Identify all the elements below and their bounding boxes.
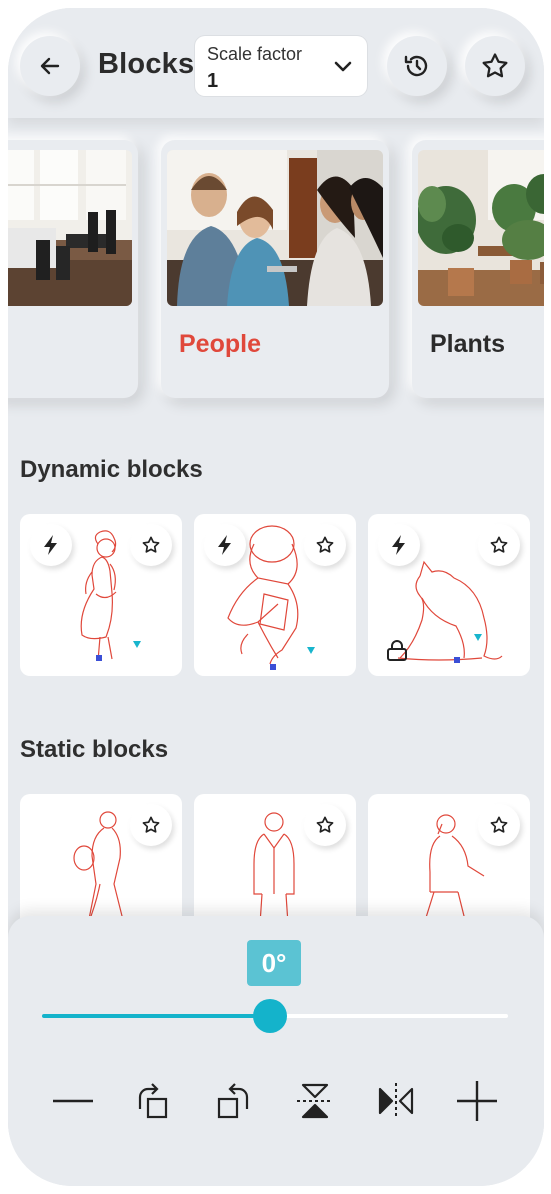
favorite-toggle[interactable] [304,524,346,566]
star-icon [316,536,334,553]
category-label-plants: Plants [430,330,506,358]
flip-horizontal-button[interactable] [371,1076,421,1126]
favorites-button[interactable] [465,36,525,96]
dynamic-badge [204,524,246,566]
scale-factor-label: Scale factor [207,44,303,64]
rotation-slider-thumb[interactable] [253,999,288,1033]
dynamic-block-seated-person[interactable] [194,514,356,676]
rotate-right-icon [138,1083,168,1119]
page-title: Blocks [98,48,195,80]
rotation-angle-badge: 0° [247,940,301,986]
scale-factor-value: 1 [207,70,219,92]
bolt-icon [218,535,231,555]
favorite-toggle[interactable] [130,524,172,566]
star-icon [482,53,508,78]
dynamic-badge [30,524,72,566]
plus-icon [457,1081,497,1121]
static-blocks-title: Static blocks [20,736,169,763]
dynamic-blocks-title: Dynamic blocks [20,456,203,483]
lock-icon [387,640,407,661]
flip-horizontal-icon [378,1083,414,1119]
header: Blocks Scale factor 1 [8,8,544,118]
category-card-plants[interactable]: Plants [412,140,544,398]
dynamic-block-cat[interactable] [368,514,530,676]
history-button[interactable] [387,36,447,96]
scale-down-button[interactable] [48,1076,98,1126]
dynamic-block-woman[interactable] [20,514,182,676]
back-button[interactable] [20,36,80,96]
chevron-down-icon [334,61,352,72]
flip-vertical-button[interactable] [290,1076,340,1126]
rotate-left-icon [217,1083,249,1119]
star-icon [490,536,508,553]
transform-panel: 0° [8,916,544,1186]
star-icon [142,536,160,553]
rotation-slider-fill [42,1014,271,1018]
rotate-right-button[interactable] [129,1076,179,1126]
favorite-toggle[interactable] [130,804,172,846]
scale-factor-select[interactable]: Scale factor 1 [195,36,367,96]
star-icon [316,816,334,833]
arrow-left-icon [40,57,60,75]
scale-up-button[interactable] [452,1076,502,1126]
minus-icon [53,1099,93,1103]
favorite-toggle[interactable] [478,804,520,846]
plants-photo [418,150,544,306]
favorite-toggle[interactable] [304,804,346,846]
history-icon [404,55,428,77]
category-label-people: People [179,330,261,358]
favorite-toggle[interactable] [478,524,520,566]
dynamic-badge [378,524,420,566]
star-icon [142,816,160,833]
app-screen: Blocks Scale factor 1 People Plants Dyna… [8,8,544,1186]
flip-vertical-icon [297,1083,333,1119]
category-card-people[interactable]: People [161,140,389,398]
category-card-office[interactable] [8,140,138,398]
office-photo [8,150,132,306]
star-icon [490,816,508,833]
people-photo [167,150,383,306]
rotate-left-button[interactable] [208,1076,258,1126]
bolt-icon [392,535,405,555]
bolt-icon [44,535,57,555]
